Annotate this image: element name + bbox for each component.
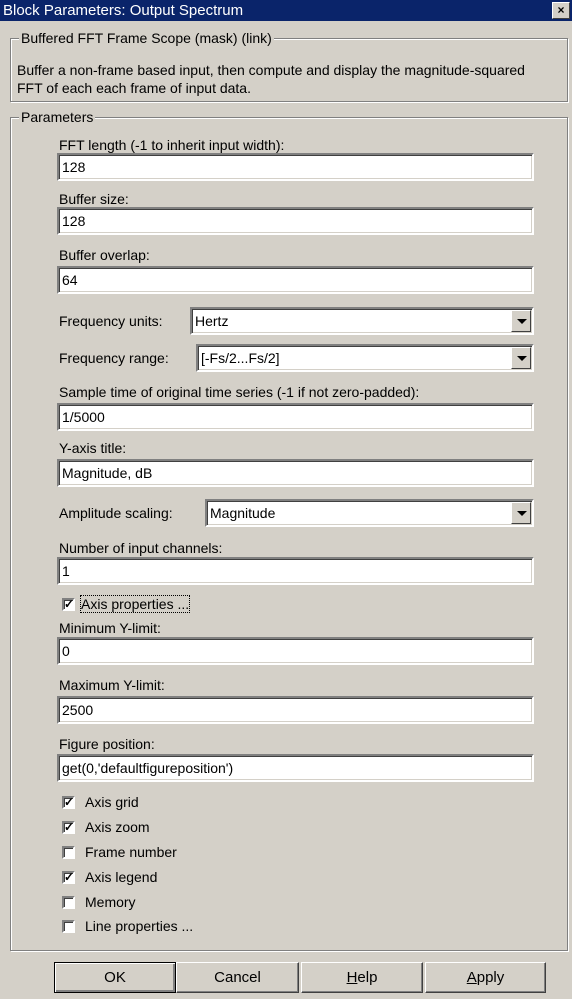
buffer-overlap-field[interactable]: 64 [57,266,534,294]
mask-group: Buffered FFT Frame Scope (mask) (link) B… [10,30,568,102]
chevron-down-icon[interactable] [511,347,531,369]
y-axis-title-label: Y-axis title: [59,440,127,456]
axis-properties-checkbox[interactable]: ✓ [62,598,75,611]
axis-properties-label[interactable]: Axis properties ... [79,595,191,613]
buffer-size-field[interactable]: 128 [57,207,534,235]
figure-position-value: get(0,'defaultfigureposition') [62,760,234,776]
fft-length-field[interactable]: 128 [57,153,534,181]
memory-checkbox[interactable] [62,896,75,909]
mask-group-title: Buffered FFT Frame Scope (mask) (link) [19,30,274,46]
max-y-value: 2500 [62,702,94,718]
frame-number-label[interactable]: Frame number [85,844,177,860]
window-title: Block Parameters: Output Spectrum [3,2,244,19]
min-y-value: 0 [62,643,70,659]
frequency-units-select[interactable]: Hertz [190,307,534,335]
frequency-range-value: [-Fs/2...Fs/2] [201,350,280,366]
max-y-field[interactable]: 2500 [57,696,534,724]
min-y-label: Minimum Y-limit: [59,620,161,636]
axis-zoom-label[interactable]: Axis zoom [85,819,150,835]
check-mark-icon: ✓ [64,820,75,834]
mask-description: Buffer a non-frame based input, then com… [17,62,525,96]
num-channels-field[interactable]: 1 [57,557,534,585]
axis-legend-checkbox[interactable]: ✓ [62,871,75,884]
check-mark-icon: ✓ [64,870,75,884]
frequency-range-label: Frequency range: [59,350,169,366]
help-button[interactable]: Help [301,962,423,993]
memory-label[interactable]: Memory [85,894,136,910]
num-channels-value: 1 [62,563,70,579]
y-axis-title-value: Magnitude, dB [62,465,153,481]
axis-grid-checkbox[interactable]: ✓ [62,796,75,809]
cancel-button[interactable]: Cancel [176,962,299,993]
sample-time-label: Sample time of original time series (-1 … [59,384,420,400]
block-parameters-dialog: Block Parameters: Output Spectrum × Buff… [0,0,572,999]
buffer-size-label: Buffer size: [59,191,129,207]
buffer-overlap-label: Buffer overlap: [59,247,150,263]
y-axis-title-field[interactable]: Magnitude, dB [57,459,534,487]
amplitude-scaling-value: Magnitude [210,505,276,521]
fft-length-value: 128 [62,159,86,175]
figure-position-field[interactable]: get(0,'defaultfigureposition') [57,754,534,782]
apply-button[interactable]: Apply [425,962,546,993]
line-properties-checkbox[interactable] [62,920,75,933]
buffer-size-value: 128 [62,213,86,229]
frequency-units-label: Frequency units: [59,313,163,329]
amplitude-scaling-label: Amplitude scaling: [59,505,173,521]
sample-time-field[interactable]: 1/5000 [57,403,534,431]
check-mark-icon: ✓ [64,795,75,809]
title-bar[interactable]: Block Parameters: Output Spectrum × [0,0,572,21]
amplitude-scaling-select[interactable]: Magnitude [205,499,534,527]
chevron-down-icon[interactable] [511,310,531,332]
axis-legend-label[interactable]: Axis legend [85,869,157,885]
ok-button[interactable]: OK [54,962,176,993]
buffer-overlap-value: 64 [62,272,78,288]
axis-zoom-checkbox[interactable]: ✓ [62,821,75,834]
check-mark-icon: ✓ [64,597,75,611]
parameters-group-title: Parameters [19,109,96,125]
frame-number-checkbox[interactable] [62,846,75,859]
close-icon[interactable]: × [552,2,570,19]
max-y-label: Maximum Y-limit: [59,677,165,693]
figure-position-label: Figure position: [59,736,155,752]
sample-time-value: 1/5000 [62,409,105,425]
frequency-range-select[interactable]: [-Fs/2...Fs/2] [196,344,534,372]
num-channels-label: Number of input channels: [59,540,223,556]
min-y-field[interactable]: 0 [57,637,534,665]
line-properties-label[interactable]: Line properties ... [85,918,193,934]
chevron-down-icon[interactable] [511,502,531,524]
fft-length-label: FFT length (-1 to inherit input width): [59,137,285,153]
frequency-units-value: Hertz [195,313,229,329]
axis-grid-label[interactable]: Axis grid [85,794,139,810]
